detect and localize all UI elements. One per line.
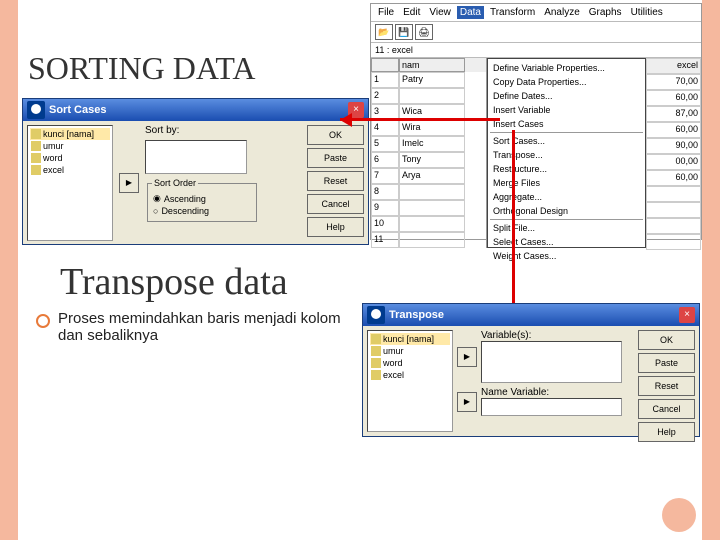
help-button[interactable]: Help — [638, 422, 695, 442]
variable-list[interactable]: kunci [nama] umur word excel — [367, 330, 453, 432]
var-icon — [371, 370, 381, 380]
bullet-text: Proses memindahkan baris menjadi kolom d… — [58, 310, 346, 344]
menu-data[interactable]: Data — [457, 6, 484, 19]
sort-by-list[interactable] — [145, 140, 247, 174]
list-item: kunci [nama] — [370, 333, 450, 345]
app-logo-icon — [27, 101, 45, 119]
menu-item[interactable]: Insert Variable — [490, 103, 643, 117]
titlebar: Transpose × — [363, 304, 699, 326]
col-header-excel: excel — [646, 58, 701, 74]
menu-utilities[interactable]: Utilities — [628, 6, 666, 19]
heading-transpose: Transpose data — [60, 260, 288, 304]
app-logo-icon — [367, 306, 385, 324]
dialog-title: Sort Cases — [49, 104, 344, 116]
menu-item[interactable]: Define Variable Properties... — [490, 61, 643, 75]
list-item: umur — [30, 140, 110, 152]
var-icon — [31, 141, 41, 151]
menu-item[interactable]: Insert Cases — [490, 117, 643, 131]
move-right-button[interactable]: ▶ — [457, 347, 477, 367]
var-icon — [371, 358, 381, 368]
main-menubar[interactable]: File Edit View Data Transform Analyze Gr… — [371, 4, 701, 22]
toolbar: 📂 💾 🖨 — [371, 22, 701, 43]
transpose-dialog: Transpose × kunci [nama] umur word excel… — [362, 303, 700, 437]
dialog-title: Transpose — [389, 309, 675, 321]
excel-column: excel 70,00 60,00 87,00 60,00 90,00 00,0… — [646, 58, 701, 248]
menu-graphs[interactable]: Graphs — [586, 6, 625, 19]
close-icon[interactable]: × — [679, 307, 695, 323]
menu-transform[interactable]: Transform — [487, 6, 538, 19]
name-variable-label: Name Variable: — [481, 387, 622, 398]
radio-descending[interactable]: ○ Descending — [152, 205, 252, 217]
menu-item[interactable]: Copy Data Properties... — [490, 75, 643, 89]
paste-button[interactable]: Paste — [307, 148, 364, 168]
help-button[interactable]: Help — [307, 217, 364, 237]
menu-view[interactable]: View — [426, 6, 454, 19]
variables-label: Variable(s): — [481, 330, 622, 341]
tool-print-icon[interactable]: 🖨 — [415, 24, 433, 40]
reset-button[interactable]: Reset — [307, 171, 364, 191]
data-menu-dropdown: Define Variable Properties... Copy Data … — [487, 58, 646, 248]
move-right-button[interactable]: ▶ — [457, 392, 477, 412]
menu-analyze[interactable]: Analyze — [541, 6, 583, 19]
var-icon — [371, 334, 381, 344]
menu-item[interactable]: Define Dates... — [490, 89, 643, 103]
var-icon — [31, 165, 41, 175]
cell-address: 11 : excel — [371, 43, 701, 58]
bullet-item: Proses memindahkan baris menjadi kolom d… — [36, 310, 346, 344]
sort-by-label: Sort by: — [145, 125, 259, 136]
corner-ornament — [662, 498, 696, 532]
name-variable-field[interactable] — [481, 398, 622, 416]
menu-file[interactable]: File — [375, 6, 397, 19]
col-header-nam: nam — [399, 58, 465, 72]
tool-save-icon[interactable]: 💾 — [395, 24, 413, 40]
bullet-icon — [36, 314, 50, 328]
red-arrow-left — [340, 112, 510, 128]
var-icon — [31, 129, 41, 139]
reset-button[interactable]: Reset — [638, 376, 695, 396]
variable-list[interactable]: kunci [nama] umur word excel — [27, 125, 113, 241]
list-item: word — [30, 152, 110, 164]
cancel-button[interactable]: Cancel — [307, 194, 364, 214]
menu-edit[interactable]: Edit — [400, 6, 423, 19]
sort-order-group: Sort Order ◉ Ascending ○ Descending — [147, 178, 257, 222]
paste-button[interactable]: Paste — [638, 353, 695, 373]
move-right-button[interactable]: ▶ — [119, 173, 139, 193]
titlebar: Sort Cases × — [23, 99, 368, 121]
var-icon — [31, 153, 41, 163]
list-item: kunci [nama] — [30, 128, 110, 140]
red-arrow-down-stem — [512, 130, 515, 310]
radio-ascending[interactable]: ◉ Ascending — [152, 192, 252, 205]
variables-list[interactable] — [481, 341, 622, 383]
cancel-button[interactable]: Cancel — [638, 399, 695, 419]
list-item: excel — [370, 369, 450, 381]
ok-button[interactable]: OK — [307, 125, 364, 145]
list-item: word — [370, 357, 450, 369]
ok-button[interactable]: OK — [638, 330, 695, 350]
sort-cases-dialog: Sort Cases × kunci [nama] umur word exce… — [22, 98, 369, 245]
var-icon — [371, 346, 381, 356]
data-grid[interactable]: nam 1Patry 2 3Wica 4Wira 5Imelc 6Tony 7A… — [371, 58, 487, 248]
list-item: excel — [30, 164, 110, 176]
heading-sorting: SORTING DATA — [28, 50, 256, 87]
list-item: umur — [370, 345, 450, 357]
tool-open-icon[interactable]: 📂 — [375, 24, 393, 40]
